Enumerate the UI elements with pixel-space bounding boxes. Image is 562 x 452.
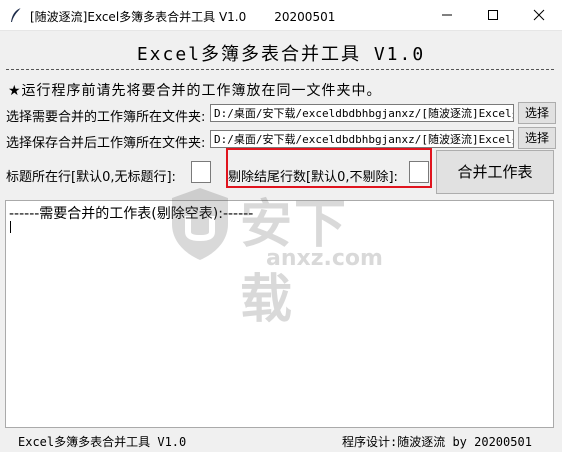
app-title: Excel多簿多表合并工具 V1.0 bbox=[136, 44, 426, 65]
source-folder-input[interactable]: D:/桌面/安下载/exceldbdbhbgjanxz/[随波逐流]Excel多 bbox=[210, 104, 514, 122]
select-source-button[interactable]: 选择 bbox=[518, 102, 556, 124]
output-textarea[interactable]: ------需要合并的工作表(剔除空表):------ bbox=[5, 200, 554, 428]
maximize-icon bbox=[488, 10, 498, 20]
footer-app-name: Excel多簿多表合并工具 V1.0 bbox=[18, 435, 187, 449]
output-header-line: ------需要合并的工作表(剔除空表):------ bbox=[9, 206, 254, 222]
text-caret bbox=[10, 221, 11, 233]
maximize-button[interactable] bbox=[470, 0, 516, 30]
window-title: [随波逐流]Excel多簿多表合并工具 V1.0 20200501 bbox=[30, 8, 335, 25]
select-target-button[interactable]: 选择 bbox=[518, 127, 556, 149]
minimize-icon bbox=[442, 14, 452, 16]
highlight-box bbox=[226, 148, 432, 188]
footer-credit: 程序设计:随波逐流 by 20200501 bbox=[342, 435, 532, 449]
title-divider bbox=[6, 69, 554, 70]
notice-text: ★运行程序前请先将要合并的工作簿放在同一文件夹中。 bbox=[8, 83, 382, 99]
source-folder-label: 选择需要合并的工作簿所在文件夹: bbox=[6, 110, 206, 125]
title-bar: [随波逐流]Excel多簿多表合并工具 V1.0 20200501 bbox=[0, 0, 562, 31]
target-folder-label: 选择保存合并后工作簿所在文件夹: bbox=[6, 136, 206, 151]
window-title-text: [随波逐流]Excel多簿多表合并工具 V1.0 bbox=[30, 10, 247, 24]
merge-sheets-button[interactable]: 合并工作表 bbox=[436, 150, 554, 194]
title-row-label: 标题所在行[默认0,无标题行]: bbox=[6, 170, 176, 185]
title-row-input[interactable] bbox=[191, 161, 211, 183]
close-button[interactable] bbox=[516, 0, 562, 30]
window-date: 20200501 bbox=[274, 10, 336, 24]
minimize-button[interactable] bbox=[424, 0, 470, 30]
target-folder-input[interactable]: D:/桌面/安下载/exceldbdbhbgjanxz/[随波逐流]Excel多 bbox=[210, 130, 514, 148]
feather-app-icon bbox=[11, 7, 22, 22]
close-icon bbox=[533, 9, 545, 21]
